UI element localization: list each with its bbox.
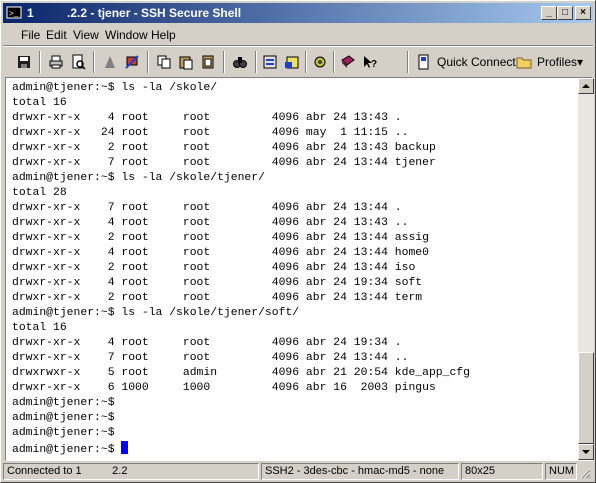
profiles-dropdown-arrow[interactable]: ▾: [577, 55, 583, 69]
save-icon[interactable]: [13, 51, 35, 73]
terminal-line: drwxr-xr-x 2 root root 4096 abr 24 13:44…: [12, 292, 423, 304]
terminal-frame: admin@tjener:~$ ls -la /skole/total 16 dr…: [5, 77, 594, 461]
scroll-up-button[interactable]: [578, 78, 594, 94]
folder-icon[interactable]: [513, 51, 535, 73]
menu-file[interactable]: File: [21, 28, 40, 42]
toolbar-separator: [223, 51, 225, 73]
terminal-line: drwxr-xr-x 24 root root 4096 may 1 11:15…: [12, 127, 409, 139]
terminal-line: drwxr-xr-x 4 root root 4096 abr 24 13:44…: [12, 247, 429, 259]
quick-connect-button[interactable]: Quick Connect: [437, 55, 516, 69]
terminal-line: admin@tjener:~$: [12, 427, 115, 439]
terminal-line: drwxr-xr-x 7 root root 4096 abr 24 13:44…: [12, 202, 402, 214]
terminal-output[interactable]: admin@tjener:~$ ls -la /skole/total 16 dr…: [6, 78, 576, 460]
toolbar-separator: [407, 51, 409, 73]
app-icon[interactable]: >_: [6, 5, 22, 21]
cipher-status: SSH2 - 3des-cbc - hmac-md5 - none: [261, 463, 459, 480]
terminal-line: total 28: [12, 187, 67, 199]
terminal-line: drwxr-xr-x 4 root root 4096 abr 24 19:34…: [12, 337, 402, 349]
sftp-icon[interactable]: [309, 51, 331, 73]
resize-grip-icon[interactable]: [579, 467, 591, 479]
menu-help[interactable]: Help: [151, 28, 176, 42]
print-preview-icon[interactable]: [67, 51, 89, 73]
terminal-line: drwxr-xr-x 4 root root 4096 abr 24 13:43…: [12, 112, 402, 124]
terminal-line: total 16: [12, 322, 67, 334]
close-button[interactable]: ×: [575, 6, 591, 20]
title-bar[interactable]: >_ 1 .2.2 - tjener - SSH Secure Shell _ …: [3, 3, 593, 23]
maximize-button[interactable]: □: [557, 6, 573, 20]
toolbar-separator: [39, 51, 41, 73]
terminal-line: admin@tjener:~$: [12, 441, 576, 458]
copy-icon[interactable]: [153, 51, 175, 73]
terminal-cursor: [121, 441, 129, 454]
terminal-line: total 16: [12, 97, 67, 109]
svg-text:?: ?: [371, 59, 377, 70]
terminal-line: drwxr-xr-x 2 root root 4096 abr 24 13:44…: [12, 262, 416, 274]
settings-icon[interactable]: [259, 51, 281, 73]
svg-text:>_: >_: [9, 10, 19, 19]
terminal-line: drwxr-xr-x 4 root root 4096 abr 24 19:34…: [12, 277, 423, 289]
terminal-line: admin@tjener:~$ ls -la /skole/tjener/: [12, 172, 265, 184]
toolbar: ? Quick Connect Profiles ▾: [3, 47, 593, 77]
scroll-down-button[interactable]: [578, 444, 594, 460]
status-bar: Connected to 1 2.2 SSH2 - 3des-cbc - hma…: [3, 463, 593, 481]
connection-status: Connected to 1 2.2: [3, 463, 259, 480]
menu-view[interactable]: View: [73, 28, 99, 42]
context-help-icon[interactable]: ?: [359, 51, 381, 73]
terminal-line: drwxr-xr-x 7 root root 4096 abr 24 13:44…: [12, 157, 436, 169]
clipboard-icon[interactable]: [197, 51, 219, 73]
terminal-line: drwxr-xr-x 2 root root 4096 abr 24 13:43…: [12, 142, 436, 154]
new-file-transfer-icon[interactable]: [121, 51, 143, 73]
terminal-line: drwxrwxr-x 5 root admin 4096 abr 21 20:5…: [12, 367, 470, 379]
terminal-line: drwxr-xr-x 7 root root 4096 abr 24 13:44…: [12, 352, 409, 364]
terminal-line: admin@tjener:~$ ls -la /skole/: [12, 82, 218, 94]
profiles-button[interactable]: Profiles: [537, 55, 577, 69]
terminal-size-status: 80x25: [461, 463, 543, 480]
vertical-scrollbar[interactable]: [578, 78, 594, 460]
terminal-line: admin@tjener:~$ ls -la /skole/tjener/sof…: [12, 307, 300, 319]
terminal-line: drwxr-xr-x 2 root root 4096 abr 24 13:44…: [12, 232, 429, 244]
ssh-client-window: >_ 1 .2.2 - tjener - SSH Secure Shell _ …: [0, 0, 596, 483]
terminal-line: drwxr-xr-x 6 1000 1000 4096 abr 16 2003 …: [12, 382, 436, 394]
toolbar-separator: [93, 51, 95, 73]
find-icon[interactable]: [229, 51, 251, 73]
new-terminal-icon[interactable]: [99, 51, 121, 73]
menu-bar: File Edit View Window Help: [3, 25, 593, 45]
print-icon[interactable]: [45, 51, 67, 73]
toolbar-separator: [305, 51, 307, 73]
paste-icon[interactable]: [175, 51, 197, 73]
toolbar-separator: [255, 51, 257, 73]
toolbar-separator: [333, 51, 335, 73]
num-lock-indicator: NUM: [545, 463, 577, 480]
terminal-line: admin@tjener:~$: [12, 397, 115, 409]
profile-settings-icon[interactable]: [281, 51, 303, 73]
menu-window[interactable]: Window: [105, 28, 148, 42]
window-title: 1 .2.2 - tjener - SSH Secure Shell: [27, 6, 242, 20]
terminal-line: drwxr-xr-x 4 root root 4096 abr 24 13:43…: [12, 217, 409, 229]
terminal-line: admin@tjener:~$: [12, 412, 115, 424]
quick-connect-icon[interactable]: [413, 51, 435, 73]
toolbar-separator: [147, 51, 149, 73]
menu-edit[interactable]: Edit: [46, 28, 67, 42]
scrollbar-thumb[interactable]: [578, 352, 594, 444]
help-book-icon[interactable]: [337, 51, 359, 73]
minimize-button[interactable]: _: [541, 6, 557, 20]
